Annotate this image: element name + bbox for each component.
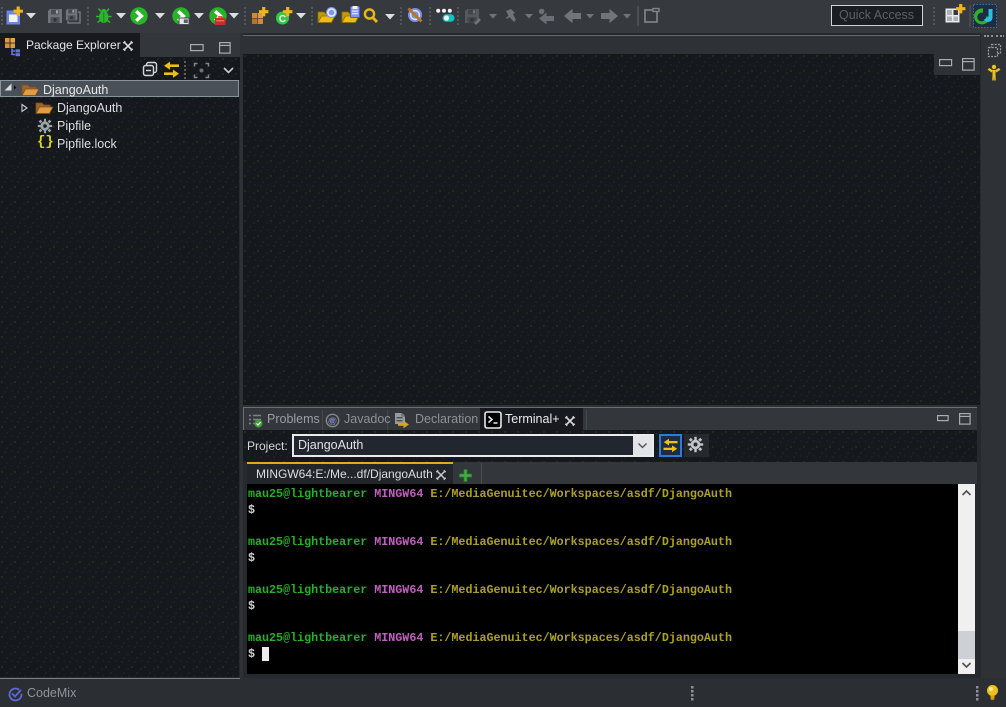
svg-text:C: C (279, 14, 286, 25)
svg-text:@: @ (328, 416, 338, 427)
